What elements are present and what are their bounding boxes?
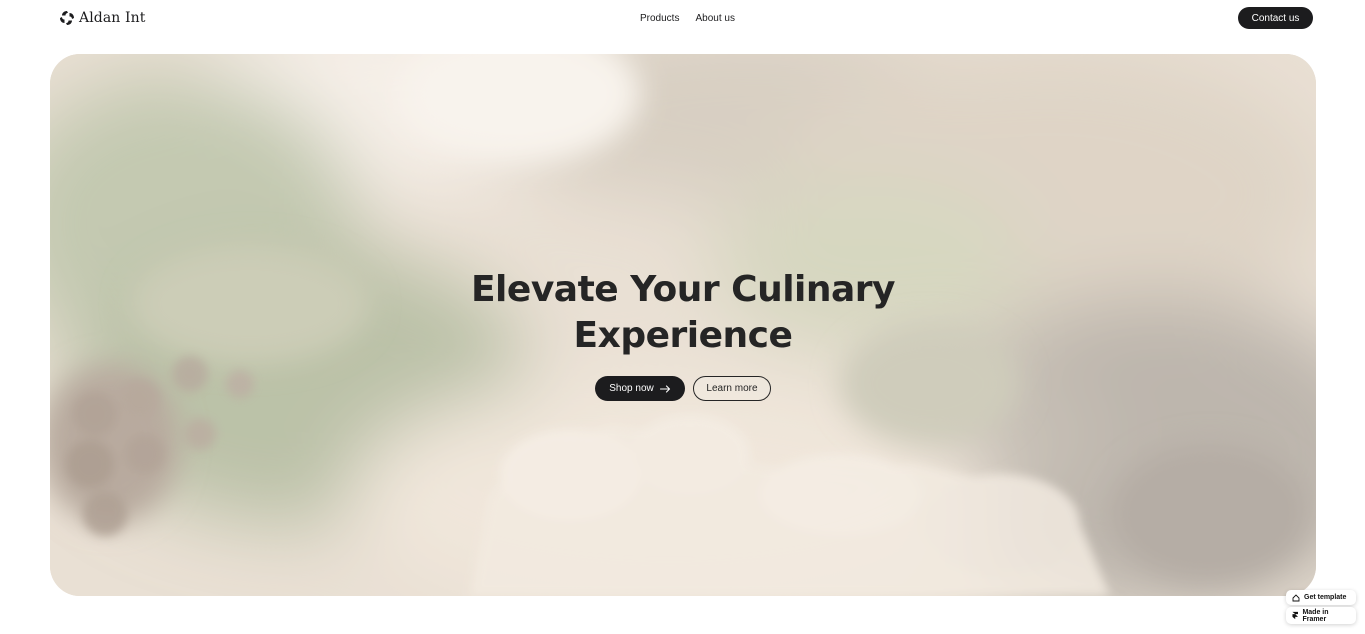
main-nav: Products About us [640, 12, 735, 25]
arrow-right-icon [659, 384, 670, 393]
hero-section: Elevate Your Culinary Experience Shop no… [50, 54, 1316, 596]
hero-content: Elevate Your Culinary Experience Shop no… [50, 54, 1316, 596]
made-in-framer-label: Made in Framer [1302, 608, 1329, 623]
made-in-framer-badge[interactable]: Made in Framer [1286, 607, 1356, 624]
brand[interactable]: Aldan Int [59, 9, 145, 27]
nav-about-us[interactable]: About us [695, 12, 734, 25]
brand-name: Aldan Int [79, 10, 146, 26]
hero-title-line-2: Experience [573, 315, 793, 356]
contact-us-button[interactable]: Contact us [1238, 7, 1313, 29]
hero-title-line-1: Elevate Your Culinary [470, 269, 896, 310]
site-header: Aldan Int Products About us Contact us [0, 0, 1365, 38]
get-template-label: Get template [1304, 594, 1347, 601]
hero-title: Elevate Your Culinary Experience [383, 267, 983, 359]
shop-now-button[interactable]: Shop now [595, 376, 685, 401]
template-icon [1292, 593, 1300, 601]
nav-products[interactable]: Products [640, 12, 679, 25]
shop-now-label: Shop now [609, 383, 654, 394]
get-template-badge[interactable]: Get template [1286, 590, 1356, 605]
framer-icon [1292, 611, 1298, 620]
learn-more-button[interactable]: Learn more [693, 376, 771, 401]
swirl-logo-icon [60, 11, 74, 25]
